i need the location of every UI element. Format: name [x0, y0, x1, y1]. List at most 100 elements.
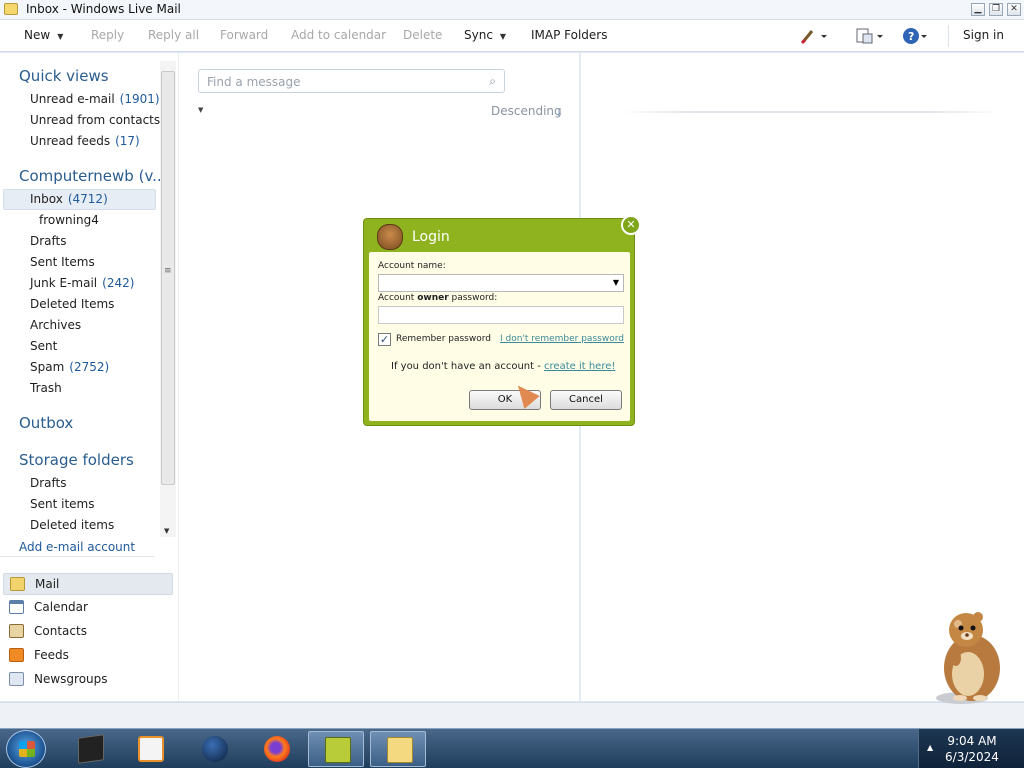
search-icon[interactable]: ⌕ [489, 74, 496, 89]
remember-password-checkbox[interactable]: ✓ [378, 333, 391, 346]
folder-inbox[interactable]: Inbox (4712) [30, 192, 108, 206]
outbox-heading[interactable]: Outbox [19, 414, 73, 432]
rss-feed-icon [9, 648, 24, 662]
storage-sent-items[interactable]: Sent items [30, 497, 95, 511]
sign-in-button[interactable]: Sign in [963, 28, 1004, 42]
remember-password-label[interactable]: Remember password [396, 334, 491, 344]
firefox-icon [264, 736, 290, 762]
minimize-button[interactable]: ▁ [971, 3, 985, 16]
taskbar-app-firefox[interactable] [248, 731, 304, 767]
show-hidden-icons-icon[interactable]: ▲ [927, 743, 933, 752]
chevron-down-icon[interactable]: ▼ [613, 278, 619, 287]
cancel-button[interactable]: Cancel [550, 390, 622, 410]
hamster-mascot-icon[interactable] [928, 608, 1008, 706]
folder-frowning4[interactable]: frowning4 [39, 213, 99, 227]
module-feeds[interactable]: Feeds [3, 645, 173, 667]
calendar-icon [9, 600, 24, 614]
nav-item-label: Archives [30, 318, 82, 332]
command-bar: New ▼ Reply Reply all Forward Add to cale… [0, 20, 1024, 52]
folder-sent-items[interactable]: Sent Items [30, 255, 95, 269]
help-icon[interactable]: ? [902, 27, 927, 45]
add-email-account-link[interactable]: Add e-mail account [19, 540, 135, 554]
password-label-prefix: Account [378, 293, 418, 303]
create-account-link[interactable]: create it here! [544, 361, 615, 372]
unread-count: (17) [115, 134, 140, 148]
restore-button[interactable]: ❐ [989, 3, 1003, 16]
contacts-icon [9, 624, 24, 638]
quick-views-heading[interactable]: Quick views [19, 67, 109, 85]
globe-icon [202, 736, 228, 762]
login-title: Login [412, 229, 450, 245]
mail-app-icon [4, 3, 18, 15]
nav-item-label: Deleted Items [30, 297, 115, 311]
sort-order-toggle[interactable]: Descending [491, 104, 562, 118]
taskbar-app-terminal[interactable] [62, 731, 118, 767]
arrow-down-icon[interactable]: 🡓 [556, 104, 562, 123]
folder-archives[interactable]: Archives [30, 318, 81, 332]
account-heading[interactable]: Computernewb (v... [19, 167, 166, 185]
toolbar-divider [948, 25, 949, 47]
folder-scrollbar[interactable]: ≡ ▼ [160, 61, 176, 537]
unread-count: (4712) [67, 192, 108, 206]
forward-button[interactable]: Forward [220, 28, 268, 42]
taskbar-app-globe[interactable] [186, 731, 242, 767]
password-label-bold: owner [417, 293, 449, 303]
chevron-down-icon: ▼ [499, 32, 507, 41]
reading-pane [580, 53, 1024, 701]
account-name-combobox[interactable]: ▼ [378, 274, 624, 292]
clock-time[interactable]: 9:04 AM [937, 734, 1007, 748]
no-account-prefix: If you don't have an account - [391, 361, 545, 372]
hamster-box-icon [325, 737, 351, 763]
sort-dropdown-icon[interactable]: ▼ [198, 106, 203, 114]
taskbar-app-windows-live-mail[interactable] [370, 731, 426, 767]
quick-view-unread-contacts[interactable]: Unread from contacts [30, 113, 160, 127]
password-field[interactable] [378, 306, 624, 324]
clock-date[interactable]: 6/3/2024 [937, 750, 1007, 764]
reply-button[interactable]: Reply [91, 28, 124, 42]
taskbar: ▲ 9:04 AM 6/3/2024 [0, 728, 1024, 768]
new-button[interactable]: New ▼ [24, 28, 63, 42]
search-input[interactable]: Find a message [207, 75, 301, 89]
start-button[interactable] [6, 730, 46, 768]
layout-icon[interactable] [855, 27, 883, 45]
folder-deleted-items[interactable]: Deleted Items [30, 297, 114, 311]
sync-label: Sync [464, 28, 493, 42]
grip-icon: ≡ [164, 266, 172, 276]
imap-folders-button[interactable]: IMAP Folders [531, 28, 608, 42]
module-mail[interactable]: Mail [3, 573, 173, 595]
nav-item-label: Unread e-mail [30, 92, 115, 106]
taskbar-app-hamster-box[interactable] [308, 731, 364, 767]
close-window-button[interactable]: ✕ [1007, 3, 1021, 16]
login-dialog: Login ✕ Account name: ▼ Account owner pa… [363, 215, 641, 426]
folder-sent[interactable]: Sent [30, 339, 57, 353]
module-calendar[interactable]: Calendar [3, 597, 173, 619]
storage-deleted-items[interactable]: Deleted items [30, 518, 114, 532]
folder-junk-email[interactable]: Junk E-mail (242) [30, 276, 134, 290]
quick-view-unread-email[interactable]: Unread e-mail (1901) [30, 92, 160, 106]
folder-spam[interactable]: Spam (2752) [30, 360, 109, 374]
scrollbar-thumb[interactable] [161, 71, 175, 485]
folder-trash[interactable]: Trash [30, 381, 62, 395]
module-contacts[interactable]: Contacts [3, 621, 173, 643]
storage-folders-heading[interactable]: Storage folders [19, 451, 134, 469]
folder-drafts[interactable]: Drafts [30, 234, 67, 248]
forgot-password-link[interactable]: I don't remember password [500, 334, 624, 344]
reading-pane-divider [621, 111, 1001, 113]
storage-drafts[interactable]: Drafts [30, 476, 67, 490]
quick-view-unread-feeds[interactable]: Unread feeds (17) [30, 134, 140, 148]
paintbrush-icon[interactable] [800, 27, 827, 45]
newsgroups-icon [9, 672, 24, 686]
status-bar [0, 702, 1024, 728]
title-bar: Inbox - Windows Live Mail ▁ ❐ ✕ [0, 0, 1024, 20]
module-newsgroups[interactable]: Newsgroups [3, 669, 173, 691]
taskbar-app-media-player[interactable] [122, 731, 178, 767]
add-to-calendar-button[interactable]: Add to calendar [291, 28, 386, 42]
close-icon[interactable]: ✕ [621, 215, 641, 235]
reply-all-button[interactable]: Reply all [148, 28, 199, 42]
nav-item-label: Trash [30, 381, 62, 395]
nav-item-label: Inbox [30, 192, 63, 206]
delete-button[interactable]: Delete [403, 28, 442, 42]
scroll-down-icon[interactable]: ▼ [164, 527, 169, 535]
sync-button[interactable]: Sync ▼ [464, 28, 506, 42]
search-box[interactable]: Find a message ⌕ [198, 69, 505, 93]
